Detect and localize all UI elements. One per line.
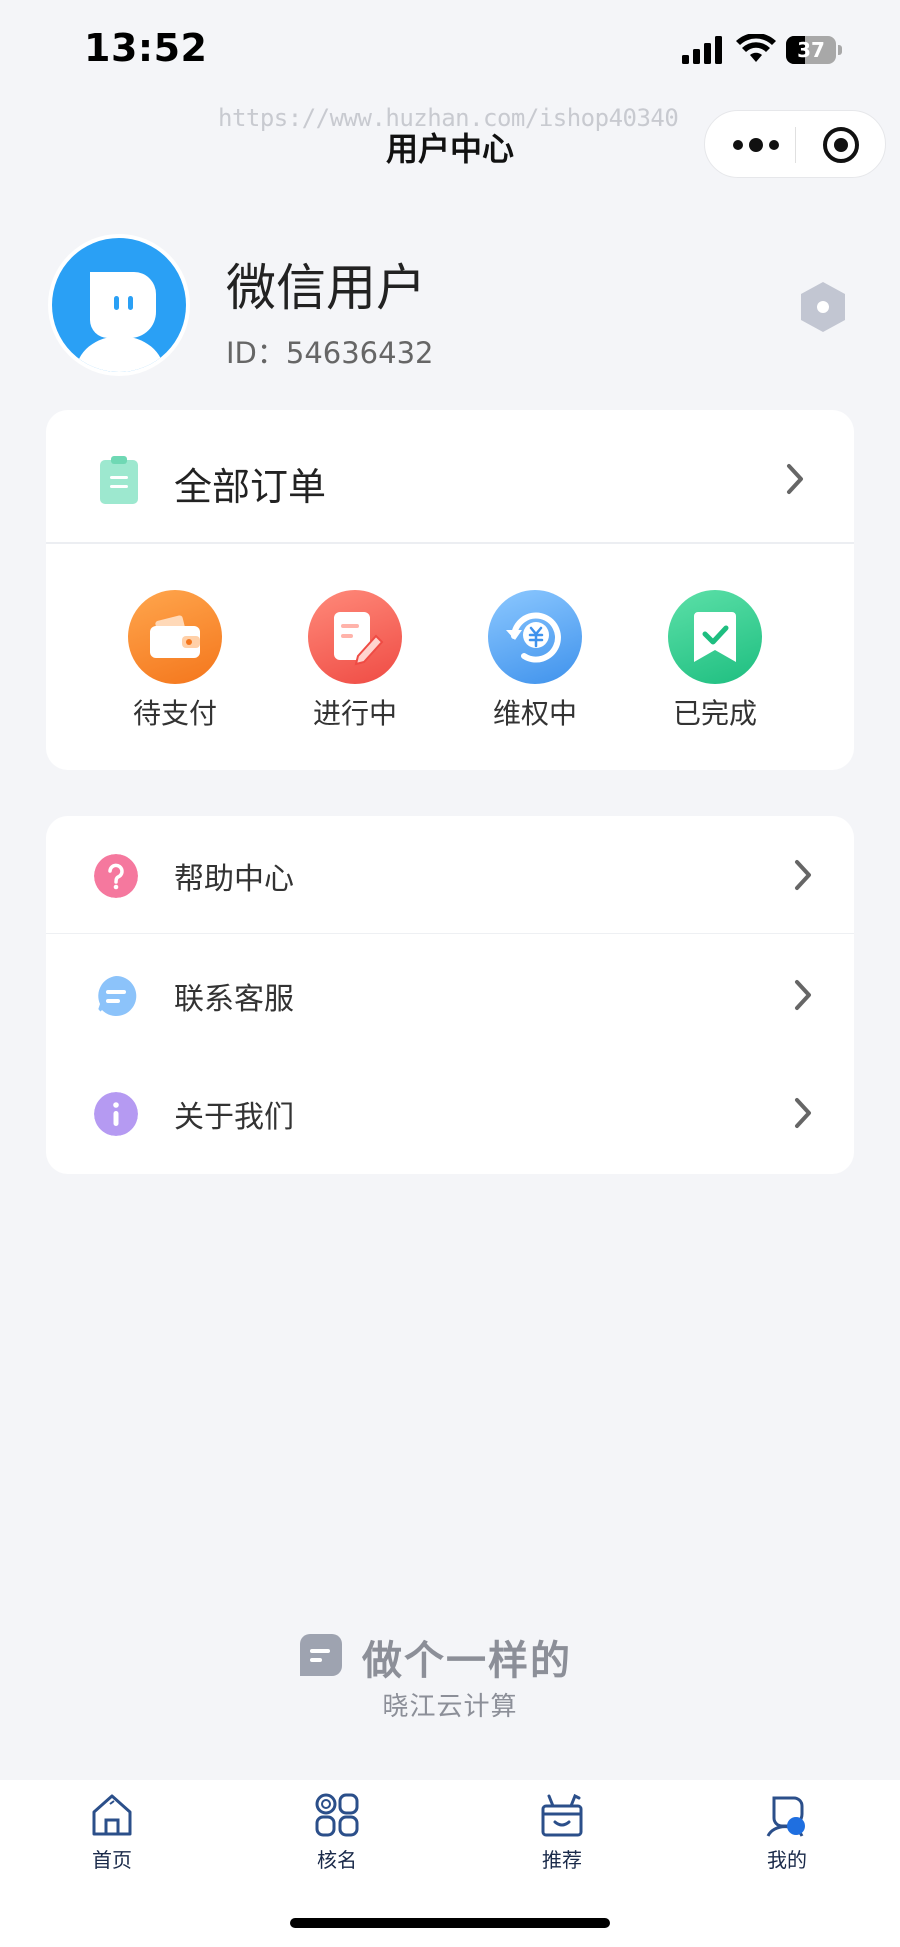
wifi-icon <box>736 34 776 62</box>
edit-document-icon <box>308 590 402 684</box>
chevron-right-icon <box>795 980 811 1010</box>
tab-label: 推荐 <box>542 1848 582 1872</box>
tab-name-check[interactable]: 核名 <box>277 1792 397 1873</box>
order-status-label: 维权中 <box>492 697 577 730</box>
all-orders-label: 全部订单 <box>174 465 327 509</box>
tab-home[interactable]: 首页 <box>52 1792 172 1873</box>
order-status-dispute[interactable]: 维权中 <box>470 590 600 732</box>
order-status-pending-payment[interactable]: 待支付 <box>110 590 240 732</box>
orders-card: 全部订单 待支付 进行中 维权中 已完成 <box>46 410 854 770</box>
menu-item-label: 帮助中心 <box>174 862 294 897</box>
avatar[interactable] <box>48 234 190 376</box>
completed-bookmark-icon <box>668 590 762 684</box>
refund-icon <box>488 590 582 684</box>
avatar-face-icon <box>76 272 164 372</box>
menu-item-about-us[interactable]: 关于我们 <box>46 1054 854 1172</box>
gift-box-icon <box>541 1793 583 1837</box>
chat-icon <box>96 975 137 1016</box>
info-icon <box>94 1092 138 1136</box>
battery-level: 37 <box>797 38 825 62</box>
user-id: ID：54636432 <box>226 336 434 370</box>
order-status-label: 进行中 <box>312 697 397 730</box>
help-icon <box>94 854 138 898</box>
order-status-label: 待支付 <box>132 697 217 730</box>
order-status-label: 已完成 <box>672 697 757 730</box>
more-icon[interactable] <box>731 135 781 155</box>
cellular-signal-icon <box>682 36 722 64</box>
chevron-right-icon <box>795 1098 811 1128</box>
home-indicator <box>290 1918 610 1928</box>
tab-recommend[interactable]: 推荐 <box>502 1792 622 1873</box>
clipboard-icon <box>100 456 138 504</box>
menu-card: 帮助中心 联系客服 关于我们 <box>46 816 854 1174</box>
tab-label: 我的 <box>767 1848 807 1872</box>
brand-logo-icon <box>300 1634 342 1676</box>
brand-slogan: 做个一样的 <box>362 1638 572 1684</box>
brand-company: 晓江云计算 <box>382 1692 518 1722</box>
user-name: 微信用户 <box>226 259 426 317</box>
home-icon <box>92 1794 132 1836</box>
battery-icon: 37 <box>786 36 842 64</box>
close-miniprogram-icon[interactable] <box>821 125 861 165</box>
menu-item-label: 联系客服 <box>174 982 294 1017</box>
order-status-completed[interactable]: 已完成 <box>650 590 780 732</box>
chevron-right-icon <box>787 464 803 494</box>
menu-item-label: 关于我们 <box>174 1100 294 1135</box>
menu-item-customer-service[interactable]: 联系客服 <box>46 936 854 1054</box>
miniprogram-capsule <box>704 110 886 178</box>
menu-item-help[interactable]: 帮助中心 <box>46 816 854 934</box>
tab-mine[interactable]: 我的 <box>727 1792 847 1873</box>
order-status-in-progress[interactable]: 进行中 <box>290 590 420 732</box>
tab-label: 首页 <box>92 1848 132 1872</box>
wallet-icon <box>128 590 222 684</box>
grid-icon <box>315 1793 359 1837</box>
chevron-right-icon <box>795 860 811 890</box>
all-orders-row[interactable]: 全部订单 <box>46 410 854 544</box>
profile-icon <box>766 1796 805 1837</box>
settings-icon[interactable] <box>798 280 848 334</box>
tab-label: 核名 <box>317 1848 357 1872</box>
status-time: 13:52 <box>84 26 208 70</box>
